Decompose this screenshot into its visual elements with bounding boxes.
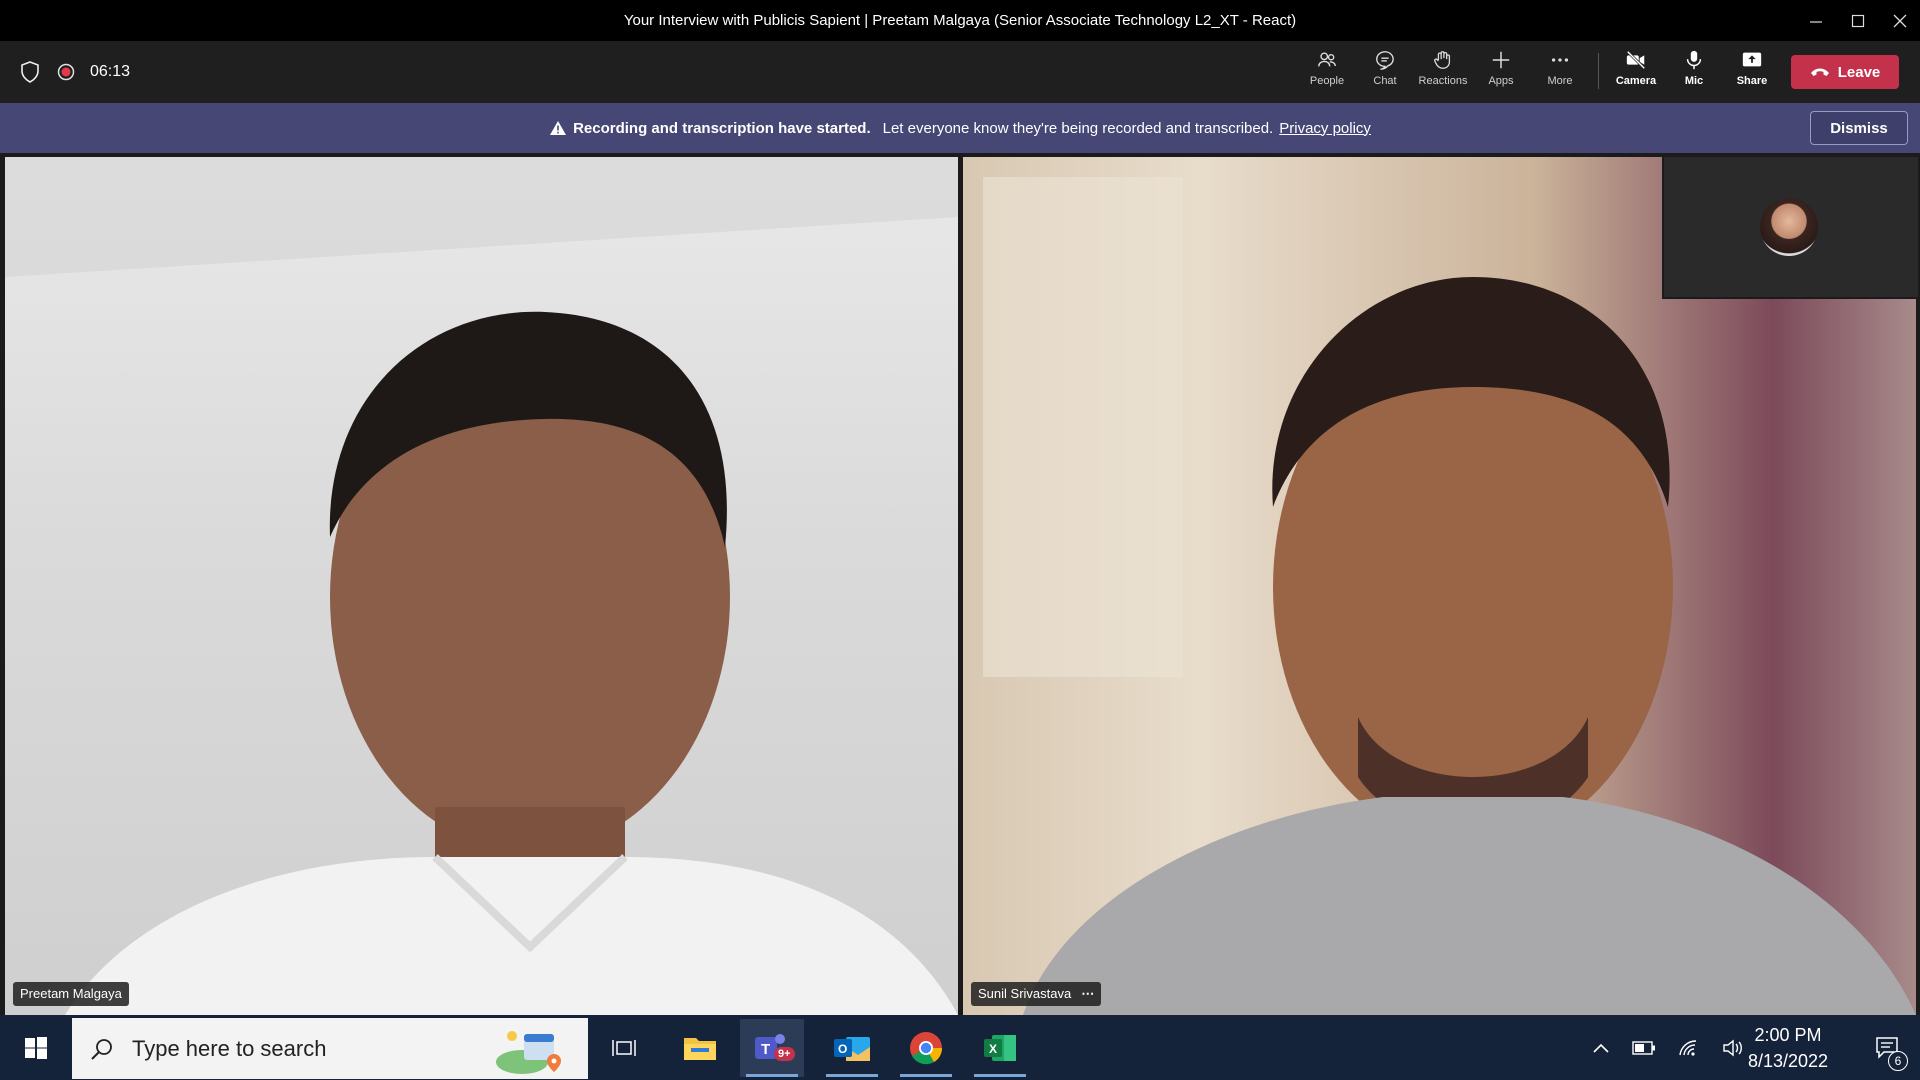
file-explorer-button[interactable] [668, 1019, 732, 1077]
hang-up-icon [1810, 68, 1829, 76]
mic-label: Mic [1684, 75, 1704, 87]
self-avatar [1760, 198, 1818, 256]
active-indicator [974, 1074, 1026, 1077]
chrome-icon [910, 1032, 943, 1065]
search-placeholder: Type here to search [132, 1035, 327, 1061]
clock-date: 8/13/2022 [1747, 1051, 1829, 1071]
banner-title: Recording and transcription have started… [573, 119, 871, 137]
active-indicator [900, 1074, 952, 1077]
people-button[interactable]: People [1298, 49, 1356, 99]
participant-name: Preetam Malgaya [20, 986, 122, 1001]
svg-text:X: X [989, 1042, 997, 1056]
wifi-icon[interactable] [1678, 1039, 1700, 1057]
leave-button[interactable]: Leave [1791, 55, 1899, 89]
task-view-icon [612, 1040, 636, 1056]
teams-button[interactable]: T 9+ [740, 1019, 804, 1077]
taskbar-search[interactable]: Type here to search [72, 1018, 588, 1079]
participant-video [5, 157, 958, 1015]
meeting-timer: 06:13 [90, 63, 131, 80]
folder-icon [684, 1038, 716, 1060]
people-label: People [1309, 75, 1345, 87]
camera-button[interactable]: Camera [1607, 49, 1665, 99]
svg-text:T: T [761, 1041, 770, 1058]
maximize-button[interactable] [1835, 0, 1881, 41]
outlook-icon: O [834, 1037, 870, 1061]
participant-name: Sunil Srivastava [978, 986, 1072, 1001]
toolbar-divider [1598, 53, 1599, 89]
start-button[interactable] [0, 1015, 72, 1080]
banner-content: Recording and transcription have started… [0, 103, 1920, 153]
share-label: Share [1736, 75, 1768, 87]
excel-icon: X [984, 1035, 1016, 1061]
apps-label: Apps [1488, 75, 1514, 87]
maximize-icon [1851, 14, 1865, 27]
participant-name-tag: Preetam Malgaya [13, 982, 129, 1006]
window-title: Your Interview with Publicis Sapient | P… [623, 12, 1297, 29]
close-icon [1893, 14, 1907, 27]
video-tile-preetam[interactable] [5, 157, 958, 1015]
apps-button[interactable]: Apps [1472, 49, 1530, 99]
banner-message: Let everyone know they're being recorded… [882, 119, 1274, 137]
notifications-button[interactable]: 6 [1862, 1015, 1914, 1080]
participant-more-button[interactable]: ⋯ [1081, 982, 1094, 1006]
search-highlights-icon [496, 1030, 561, 1074]
shield-icon[interactable] [20, 61, 40, 83]
outlook-button[interactable]: O [820, 1019, 884, 1077]
participant-name-tag: Sunil Srivastava ⋯ [971, 982, 1102, 1006]
chrome-button[interactable] [894, 1019, 958, 1077]
chat-label: Chat [1373, 75, 1397, 87]
more-button[interactable]: More [1531, 49, 1589, 99]
active-indicator [826, 1074, 878, 1077]
minimize-button[interactable] [1793, 0, 1839, 41]
minimize-icon [1810, 20, 1822, 23]
teams-badge: 9+ [774, 1047, 795, 1061]
ellipsis-icon [1551, 58, 1569, 62]
recording-icon [57, 63, 75, 81]
camera-label: Camera [1615, 75, 1657, 87]
close-button[interactable] [1877, 0, 1920, 41]
mic-icon [1686, 50, 1702, 70]
reactions-button[interactable]: Reactions [1414, 49, 1472, 99]
people-icon [1318, 52, 1336, 67]
clock-time: 2:00 PM [1754, 1025, 1822, 1045]
chat-button[interactable]: Chat [1356, 49, 1414, 99]
windows-icon [25, 1036, 47, 1059]
notifications-count: 6 [1888, 1051, 1908, 1071]
warning-icon [550, 121, 567, 135]
excel-button[interactable]: X [968, 1019, 1032, 1077]
svg-text:O: O [838, 1042, 847, 1056]
more-label: More [1547, 75, 1573, 87]
camera-off-icon [1626, 50, 1646, 70]
reactions-label: Reactions [1418, 75, 1468, 87]
reactions-icon [1434, 51, 1451, 69]
chat-icon [1376, 51, 1394, 70]
search-icon [91, 1038, 112, 1060]
leave-label: Leave [1837, 63, 1881, 81]
meeting-toolbar: 06:13 People Chat Reactions Apps More Ca… [0, 41, 1920, 103]
dismiss-button[interactable]: Dismiss [1810, 111, 1908, 145]
chevron-up-icon[interactable] [1592, 1042, 1610, 1054]
privacy-policy-link[interactable]: Privacy policy [1279, 120, 1371, 137]
task-view-button[interactable] [592, 1019, 656, 1077]
mic-button[interactable]: Mic [1665, 49, 1723, 99]
share-icon [1742, 52, 1762, 67]
active-indicator [746, 1074, 798, 1077]
share-button[interactable]: Share [1723, 49, 1781, 99]
plus-icon [1492, 51, 1510, 69]
clock[interactable]: 2:00 PM 8/13/2022 [1720, 1022, 1856, 1074]
battery-icon[interactable] [1632, 1040, 1656, 1055]
